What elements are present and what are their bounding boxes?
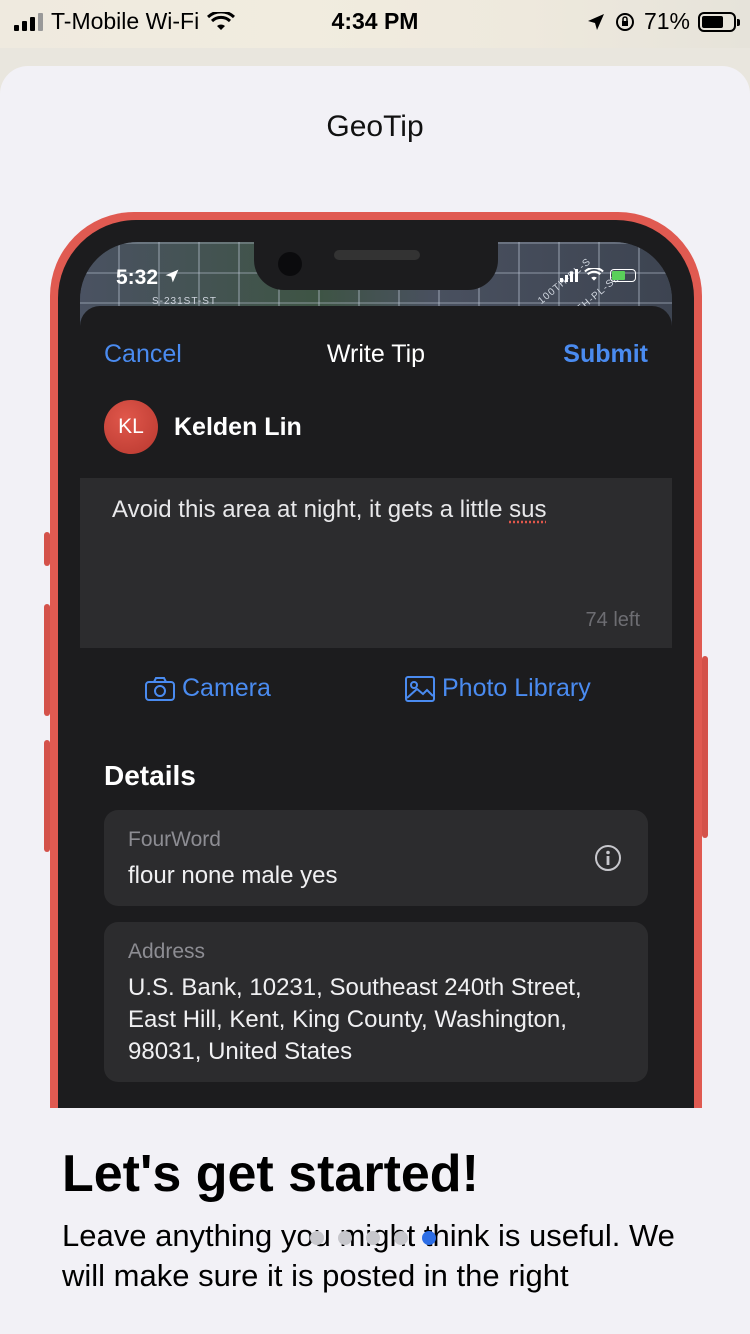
onboarding-body: Leave anything you might think is useful… [62,1218,675,1293]
mockup-status-time: 5:32 [116,266,180,290]
tip-text-main: Avoid this area at night, it gets a litt… [112,496,510,523]
camera-label: Camera [182,674,271,702]
sheet-title: GeoTip [326,110,424,143]
battery-icon [698,11,740,32]
orientation-lock-icon [615,12,634,31]
front-camera [278,252,302,276]
info-icon[interactable] [594,844,622,872]
fourword-field[interactable]: FourWord flour none male yes [104,810,648,906]
signal-icon [560,268,578,282]
onboarding-title: Let's get started! [62,1145,479,1203]
chars-left-counter: 74 left [585,609,640,631]
page-dot[interactable] [394,1231,408,1245]
camera-button[interactable]: Camera [144,674,271,703]
tip-text-area[interactable]: Avoid this area at night, it gets a litt… [80,478,672,648]
battery-percent: 71% [643,8,690,34]
bottom-fade [0,1294,750,1334]
phone-volume-down-button [44,740,50,852]
address-label: Address [128,940,206,963]
avatar: KL [104,400,158,454]
status-bar: T-Mobile Wi-Fi 4:34 PM 71% [0,0,750,48]
phone-notch [254,242,498,290]
tip-text-misspelled-word: sus [509,496,547,523]
write-tip-nav: Cancel Write Tip Submit [80,336,672,376]
phone-bezel: S-231ST-ST 100TH-PL-S TH-PL-SE 5:32 Canc… [58,220,694,1212]
photo-library-label: Photo Library [442,674,591,702]
earpiece-speaker [334,250,420,260]
details-heading: Details [104,760,196,791]
tip-text: Avoid this area at night, it gets a litt… [112,496,546,524]
status-right: 71% [586,8,740,35]
phone-screen: S-231ST-ST 100TH-PL-S TH-PL-SE 5:32 Canc… [80,242,672,1212]
page-indicator[interactable] [310,1231,436,1245]
author-name: Kelden Lin [174,412,302,441]
address-field[interactable]: Address U.S. Bank, 10231, Southeast 240t… [104,922,648,1082]
camera-icon [145,676,175,701]
photo-library-button[interactable]: Photo Library [404,674,591,703]
write-tip-card: Cancel Write Tip Submit KL Kelden Lin Av… [80,306,672,1212]
page-dot[interactable] [366,1231,380,1245]
location-arrow-icon [165,269,179,283]
submit-button[interactable]: Submit [563,340,648,369]
address-value: U.S. Bank, 10231, Southeast 240th Street… [128,974,582,1065]
page-dot[interactable] [338,1231,352,1245]
author-row: KL Kelden Lin [104,400,302,454]
page-dot[interactable] [310,1231,324,1245]
phone-mockup: S-231ST-ST 100TH-PL-S TH-PL-SE 5:32 Canc… [44,212,708,1212]
phone-volume-up-button [44,604,50,716]
battery-charging-icon [610,268,636,282]
phone-power-button [702,656,708,838]
photo-icon [405,675,435,702]
location-arrow-icon [587,13,604,30]
fourword-value: flour none male yes [128,862,338,889]
mockup-time-label: 5:32 [116,266,159,289]
media-row: Camera Photo Library [80,674,672,714]
phone-side-button [44,532,50,566]
fourword-label: FourWord [128,828,221,851]
wifi-icon [584,268,604,281]
page-dot-active[interactable] [422,1231,436,1245]
mockup-status-right [560,268,636,282]
